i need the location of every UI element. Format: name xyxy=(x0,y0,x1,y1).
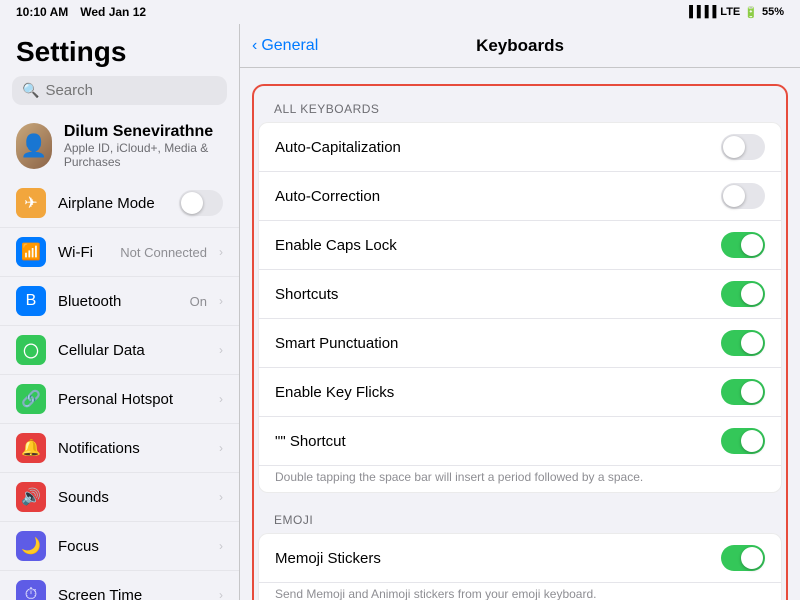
chevron-icon-bluetooth: › xyxy=(219,294,223,308)
toggle-key-flicks[interactable] xyxy=(721,379,765,405)
avatar: 👤 xyxy=(16,123,52,169)
sidebar-item-label-airplane-mode: Airplane Mode xyxy=(58,195,167,212)
row-label-shortcuts: Shortcuts xyxy=(275,286,713,303)
settings-row-auto-correct[interactable]: Auto-Correction xyxy=(259,172,781,221)
chevron-icon-hotspot: › xyxy=(219,392,223,406)
status-bar: 10:10 AM Wed Jan 12 ▐▐▐▐ LTE 🔋 55% xyxy=(0,0,800,24)
toggle-shortcuts[interactable] xyxy=(721,281,765,307)
focus-icon: 🌙 xyxy=(16,531,46,561)
settings-row-shortcuts[interactable]: Shortcuts xyxy=(259,270,781,319)
sidebar-item-airplane-mode[interactable]: ✈ Airplane Mode xyxy=(0,179,239,228)
sidebar-items: ✈ Airplane Mode 📶 Wi-Fi Not Connected › B Bluet… xyxy=(0,179,239,600)
nav-bar: ‹ General Keyboards xyxy=(240,24,800,68)
status-time: 10:10 AM xyxy=(16,5,68,19)
search-bar[interactable]: 🔍 🎙 xyxy=(12,76,227,105)
screen-time-icon: ⏱ xyxy=(16,580,46,600)
chevron-icon-notifications: › xyxy=(219,441,223,455)
settings-group-emoji: Memoji Stickers Send Memoji and Animoji s… xyxy=(258,533,782,600)
sidebar-title: Settings xyxy=(0,24,239,76)
toggle-shortcut-star[interactable] xyxy=(721,428,765,454)
section-label-all-keyboards: ALL KEYBOARDS xyxy=(258,90,782,122)
user-profile[interactable]: 👤 Dilum Senevirathne Apple ID, iCloud+, … xyxy=(0,113,239,179)
settings-row-smart-punctuation[interactable]: Smart Punctuation xyxy=(259,319,781,368)
app-container: Settings 🔍 🎙 👤 Dilum Senevirathne Apple … xyxy=(0,24,800,600)
right-panel: ‹ General Keyboards ALL KEYBOARDSAuto-Ca… xyxy=(240,24,800,600)
settings-row-key-flicks[interactable]: Enable Key Flicks xyxy=(259,368,781,417)
toggle-auto-correct[interactable] xyxy=(721,183,765,209)
sounds-icon: 🔊 xyxy=(16,482,46,512)
settings-group-all-keyboards: Auto-Capitalization Auto-Correction Enable… xyxy=(258,122,782,493)
sidebar-item-label-screen-time: Screen Time xyxy=(58,587,207,600)
helper-text-shortcut-star: Double tapping the space bar will insert… xyxy=(259,466,781,492)
toggle-smart-punctuation[interactable] xyxy=(721,330,765,356)
keyboard-settings-outline: ALL KEYBOARDS Auto-Capitalization Auto-Cor… xyxy=(252,84,788,600)
sidebar-item-label-bluetooth: Bluetooth xyxy=(58,293,178,310)
user-subtitle: Apple ID, iCloud+, Media & Purchases xyxy=(64,141,223,169)
content-area: ALL KEYBOARDS Auto-Capitalization Auto-Cor… xyxy=(240,68,800,600)
chevron-icon-screen-time: › xyxy=(219,588,223,600)
network-type: LTE xyxy=(720,6,740,18)
status-date: Wed Jan 12 xyxy=(80,5,146,19)
sidebar-item-bluetooth[interactable]: B Bluetooth On › xyxy=(0,277,239,326)
row-label-smart-punctuation: Smart Punctuation xyxy=(275,335,713,352)
sidebar-item-label-hotspot: Personal Hotspot xyxy=(58,391,207,408)
row-label-key-flicks: Enable Key Flicks xyxy=(275,384,713,401)
helper-text-memoji: Send Memoji and Animoji stickers from yo… xyxy=(259,583,781,600)
signal-icon: ▐▐▐▐ xyxy=(685,6,716,18)
sidebar-item-label-notifications: Notifications xyxy=(58,440,207,457)
sidebar-item-focus[interactable]: 🌙 Focus › xyxy=(0,522,239,571)
sidebar-item-label-wifi: Wi-Fi xyxy=(58,244,108,261)
sidebar-item-label-cellular: Cellular Data xyxy=(58,342,207,359)
chevron-icon-focus: › xyxy=(219,539,223,553)
item-value-bluetooth: On xyxy=(190,294,207,309)
chevron-icon-wifi: › xyxy=(219,245,223,259)
sidebar-item-notifications[interactable]: 🔔 Notifications › xyxy=(0,424,239,473)
airplane-mode-icon: ✈ xyxy=(16,188,46,218)
status-indicators: ▐▐▐▐ LTE 🔋 55% xyxy=(685,6,784,19)
nav-back-button[interactable]: ‹ General xyxy=(252,37,318,55)
sidebar-item-screen-time[interactable]: ⏱ Screen Time › xyxy=(0,571,239,600)
sidebar-item-hotspot[interactable]: 🔗 Personal Hotspot › xyxy=(0,375,239,424)
row-label-memoji: Memoji Stickers xyxy=(275,550,713,567)
user-name: Dilum Senevirathne xyxy=(64,123,223,141)
toggle-airplane-mode[interactable] xyxy=(179,190,223,216)
sidebar-item-wifi[interactable]: 📶 Wi-Fi Not Connected › xyxy=(0,228,239,277)
row-label-auto-cap: Auto-Capitalization xyxy=(275,139,713,156)
sidebar-item-label-focus: Focus xyxy=(58,538,207,555)
sidebar-item-label-sounds: Sounds xyxy=(58,489,207,506)
sidebar-item-sounds[interactable]: 🔊 Sounds › xyxy=(0,473,239,522)
chevron-icon-cellular: › xyxy=(219,343,223,357)
toggle-memoji[interactable] xyxy=(721,545,765,571)
settings-row-caps-lock[interactable]: Enable Caps Lock xyxy=(259,221,781,270)
chevron-icon-sounds: › xyxy=(219,490,223,504)
wifi-icon: 📶 xyxy=(16,237,46,267)
settings-row-auto-cap[interactable]: Auto-Capitalization xyxy=(259,123,781,172)
row-label-auto-correct: Auto-Correction xyxy=(275,188,713,205)
nav-back-label: General xyxy=(261,37,318,55)
nav-title: Keyboards xyxy=(476,36,564,56)
row-label-shortcut-star: "" Shortcut xyxy=(275,433,713,450)
sidebar-item-cellular[interactable]: 〇 Cellular Data › xyxy=(0,326,239,375)
toggle-auto-cap[interactable] xyxy=(721,134,765,160)
settings-row-shortcut-star[interactable]: "" Shortcut xyxy=(259,417,781,466)
section-label-emoji: EMOJI xyxy=(258,501,782,533)
chevron-left-icon: ‹ xyxy=(252,37,257,55)
search-input[interactable] xyxy=(45,82,240,99)
cellular-icon: 〇 xyxy=(16,335,46,365)
search-icon: 🔍 xyxy=(22,82,39,99)
battery-icon: 🔋 xyxy=(744,6,758,19)
settings-row-memoji[interactable]: Memoji Stickers xyxy=(259,534,781,583)
sidebar: Settings 🔍 🎙 👤 Dilum Senevirathne Apple … xyxy=(0,24,240,600)
battery-level: 55% xyxy=(762,6,784,18)
toggle-caps-lock[interactable] xyxy=(721,232,765,258)
user-info: Dilum Senevirathne Apple ID, iCloud+, Me… xyxy=(64,123,223,169)
item-value-wifi: Not Connected xyxy=(120,245,207,260)
hotspot-icon: 🔗 xyxy=(16,384,46,414)
bluetooth-icon: B xyxy=(16,286,46,316)
notifications-icon: 🔔 xyxy=(16,433,46,463)
row-label-caps-lock: Enable Caps Lock xyxy=(275,237,713,254)
status-time-date: 10:10 AM Wed Jan 12 xyxy=(16,5,146,19)
